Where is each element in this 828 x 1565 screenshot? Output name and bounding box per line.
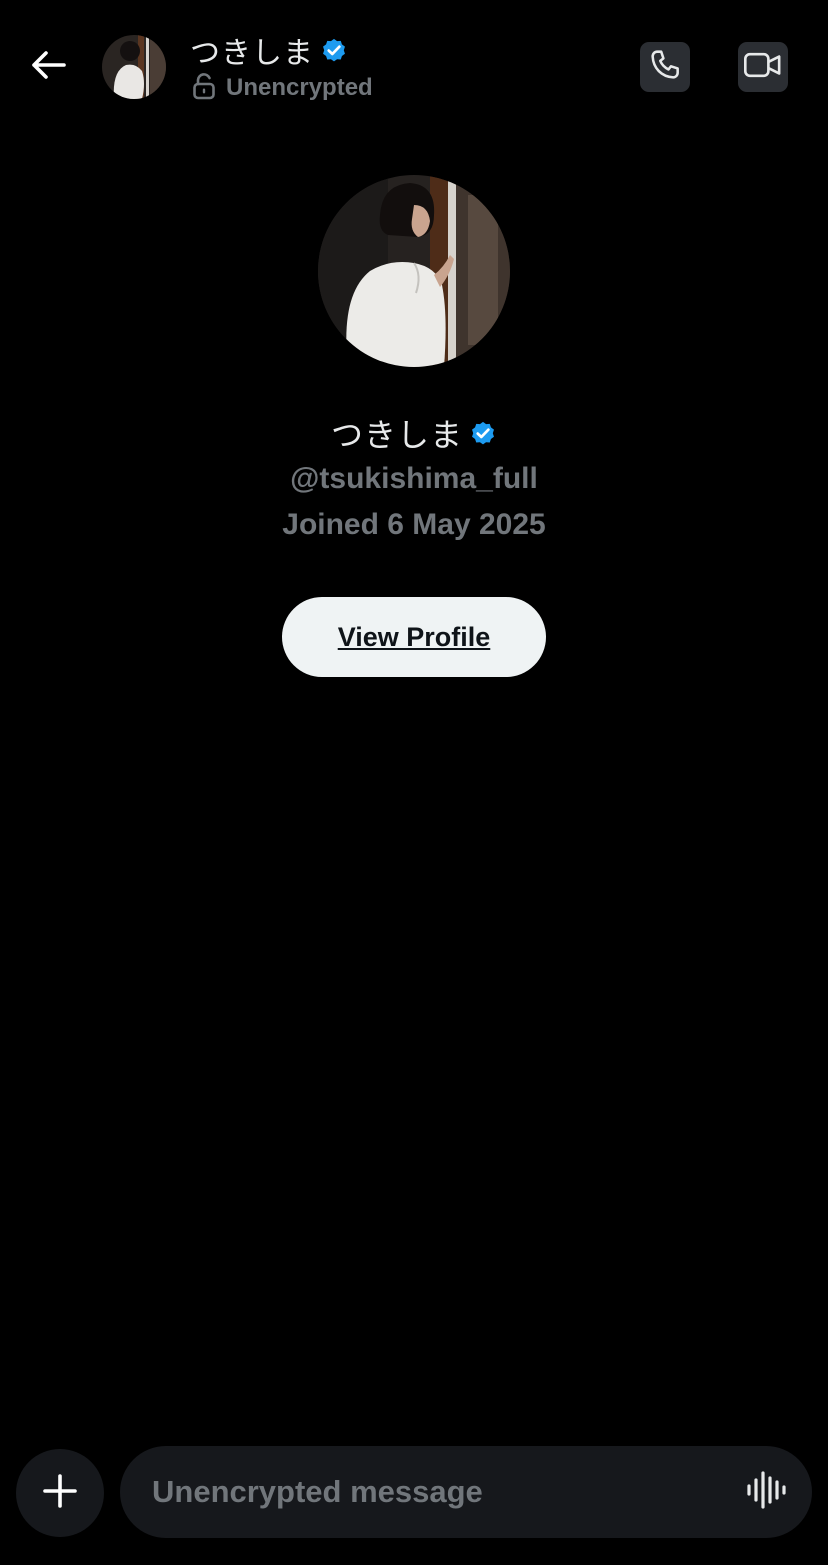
phone-icon (646, 46, 684, 89)
back-button[interactable] (22, 44, 74, 90)
header-display-name[interactable]: つきしま (190, 28, 314, 72)
header-name-row: つきしま (190, 28, 348, 72)
profile-joined-date: Joined 6 May 2025 (282, 508, 546, 541)
view-profile-label: View Profile (337, 621, 491, 652)
message-composer (120, 1446, 812, 1538)
encryption-status-text: Unencrypted (226, 74, 373, 101)
profile-name-row: つきしま (0, 410, 828, 456)
video-camera-icon (743, 48, 783, 87)
encryption-status-row: Unencrypted (192, 72, 373, 104)
video-call-button[interactable] (738, 42, 788, 92)
profile-avatar[interactable] (318, 175, 510, 367)
message-input[interactable] (152, 1446, 712, 1538)
voice-message-button[interactable] (742, 1468, 790, 1516)
arrow-left-icon (30, 50, 66, 85)
conversation-header: つきしま Unencrypted (0, 0, 828, 134)
add-attachment-button[interactable] (16, 1449, 104, 1537)
profile-display-name: つきしま (330, 416, 463, 454)
header-avatar[interactable] (102, 35, 166, 99)
unlocked-padlock-icon (192, 72, 216, 105)
verified-badge-icon (320, 36, 348, 64)
plus-icon (42, 1473, 78, 1514)
verified-badge-icon (469, 419, 497, 447)
voice-call-button[interactable] (640, 42, 690, 92)
view-profile-button[interactable]: View Profile (282, 597, 546, 677)
profile-handle: @tsukishima_full (290, 462, 538, 495)
voice-waveform-icon (746, 1470, 786, 1515)
